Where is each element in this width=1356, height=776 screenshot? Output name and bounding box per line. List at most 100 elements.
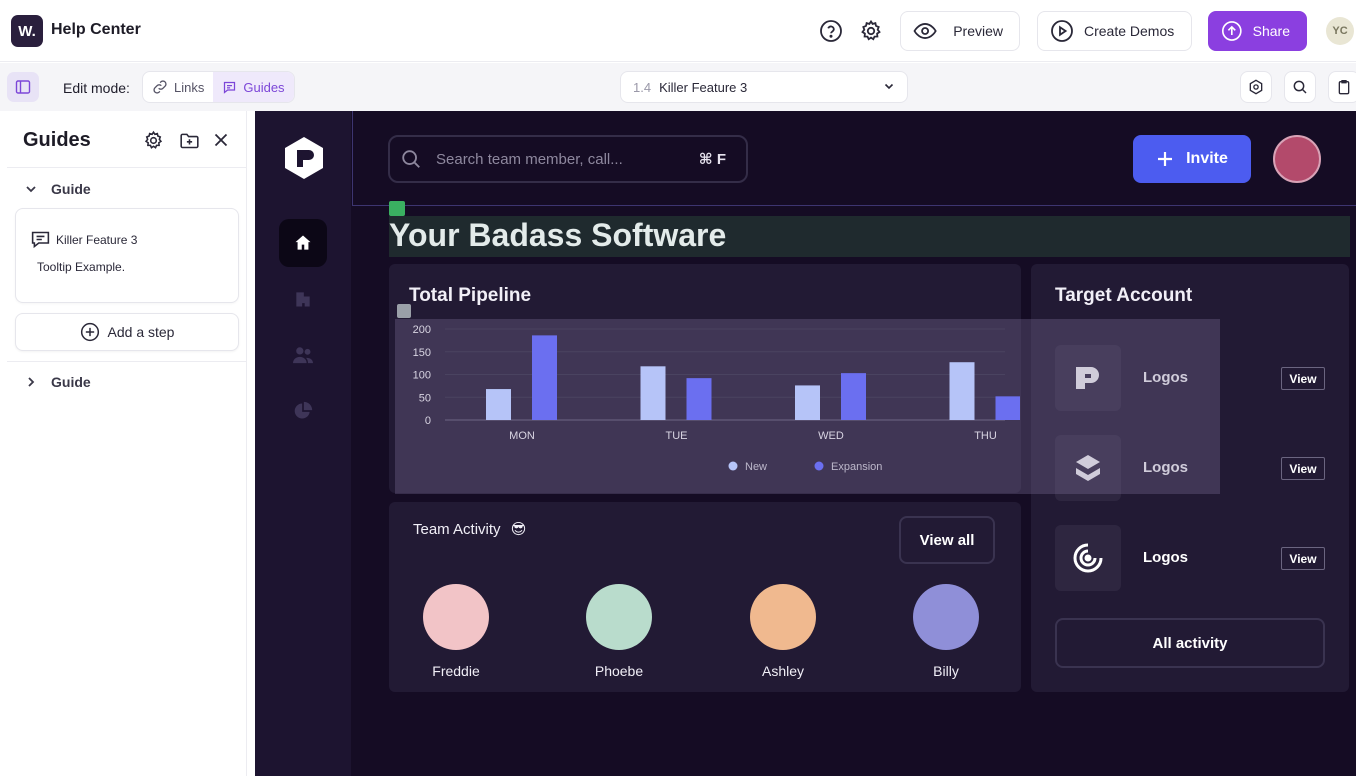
step-number: 1.4	[633, 79, 652, 95]
close-icon[interactable]	[209, 128, 233, 152]
user-avatar[interactable]: YC	[1326, 17, 1354, 45]
brand-logo-icon	[285, 137, 323, 179]
member-avatar	[750, 584, 816, 650]
y-tick-label: 0	[425, 415, 431, 427]
nav-companies[interactable]	[279, 275, 327, 323]
search-icon[interactable]	[1284, 71, 1316, 103]
mode-guides-tab[interactable]: Guides	[213, 72, 294, 102]
demo-app-canvas: Search team member, call... ⌘ F Invite Y…	[255, 111, 1356, 776]
chevron-down-icon	[883, 80, 895, 95]
team-member[interactable]: Billy	[901, 584, 991, 679]
upload-circle-icon	[1221, 21, 1242, 41]
app-title: Help Center	[51, 21, 141, 38]
preview-button[interactable]: Preview	[900, 11, 1020, 51]
member-avatar	[586, 584, 652, 650]
demo-header: Search team member, call... ⌘ F Invite	[352, 111, 1356, 206]
divider	[7, 167, 247, 168]
guide-settings-gear-icon[interactable]	[141, 128, 165, 152]
create-demos-button[interactable]: Create Demos	[1037, 11, 1192, 51]
sidebar-panel-icon	[15, 80, 31, 94]
help-icon[interactable]	[817, 17, 845, 45]
guides-title: Guides	[23, 129, 91, 151]
bar-expansion	[841, 373, 866, 420]
guide-group-header[interactable]: Guide	[25, 181, 91, 197]
member-name: Phoebe	[594, 663, 644, 679]
mode-guides-label: Guides	[243, 79, 285, 95]
settings-gear-icon[interactable]	[857, 17, 885, 45]
bar-new	[486, 389, 511, 420]
view-account-button[interactable]: View	[1281, 457, 1325, 480]
member-name: Ashley	[761, 663, 805, 679]
demo-sidebar	[255, 111, 351, 776]
bar-new	[640, 366, 666, 420]
team-member[interactable]: Freddie	[411, 584, 501, 679]
step-selector[interactable]: 1.4 Killer Feature 3	[620, 71, 908, 103]
x-tick-label: THU	[974, 430, 997, 442]
x-tick-label: WED	[818, 430, 844, 442]
panel-toggle-button[interactable]	[7, 72, 39, 102]
app-logo[interactable]: W.	[11, 15, 43, 47]
hotspot-marker[interactable]	[389, 201, 405, 216]
create-demos-label: Create Demos	[1084, 23, 1175, 39]
y-tick-label: 50	[419, 392, 431, 404]
account-row: Logos View	[1055, 525, 1325, 591]
plus-circle-icon	[80, 322, 99, 342]
mode-links-label: Links	[174, 79, 205, 95]
member-name: Billy	[933, 663, 959, 679]
plus-icon	[1158, 152, 1173, 166]
legend-swatch	[814, 461, 824, 471]
bar-new	[949, 362, 975, 420]
view-account-button[interactable]: View	[1281, 547, 1325, 570]
guide-step-card[interactable]: Killer Feature 3 Tooltip Example.	[15, 208, 239, 303]
page-title: Your Badass Software	[389, 217, 727, 253]
mode-links-tab[interactable]: Links	[143, 72, 213, 102]
pie-chart-icon	[294, 401, 313, 419]
view-account-button[interactable]: View	[1281, 367, 1325, 390]
invite-button[interactable]: Invite	[1133, 135, 1251, 183]
view-all-button[interactable]: View all	[899, 516, 995, 564]
bar-expansion	[995, 396, 1020, 420]
guide-group-label: Guide	[51, 181, 91, 197]
top-bar: W. Help Center Preview Create Demos Shar…	[0, 0, 1356, 62]
chevron-down-icon	[26, 186, 36, 193]
add-folder-icon[interactable]	[177, 128, 201, 152]
user-avatar[interactable]	[1273, 135, 1321, 183]
share-label: Share	[1252, 23, 1290, 39]
nav-contacts[interactable]	[279, 331, 327, 379]
bar-expansion	[532, 335, 557, 420]
y-tick-label: 200	[413, 324, 431, 336]
step-description: Tooltip Example.	[37, 260, 126, 274]
search-placeholder: Search team member, call...	[436, 150, 623, 168]
step-name: Killer Feature 3	[659, 79, 748, 95]
account-name: Logos	[1143, 549, 1188, 566]
edit-bar: Edit mode: Links Guides 1.4 Killer Featu…	[0, 63, 1356, 111]
target-account-title: Target Account	[1055, 285, 1193, 306]
nav-reports[interactable]	[279, 387, 327, 435]
bar-new	[795, 385, 820, 420]
users-icon	[293, 347, 313, 364]
legend-swatch	[728, 461, 738, 471]
guide-group-header[interactable]: Guide	[25, 374, 91, 390]
add-step-button[interactable]: Add a step	[15, 313, 239, 351]
guide-group-label: Guide	[51, 374, 91, 390]
hotspot-target-icon[interactable]	[1240, 71, 1272, 103]
share-button[interactable]: Share	[1208, 11, 1307, 51]
bar-expansion	[686, 378, 712, 420]
guides-panel: Guides Guide Killer Feature 3 Tooltip Ex…	[7, 111, 247, 776]
sunglasses-emoji: 😎	[510, 521, 527, 538]
clipboard-icon[interactable]	[1328, 71, 1356, 103]
team-member[interactable]: Ashley	[738, 584, 828, 679]
chat-square-icon	[224, 81, 236, 94]
nav-home[interactable]	[279, 219, 327, 267]
legend-label: Expansion	[831, 461, 882, 473]
all-activity-button[interactable]: All activity	[1055, 618, 1325, 668]
edit-mode-label: Edit mode:	[63, 80, 130, 96]
search-shortcut: ⌘ F	[698, 151, 726, 168]
invite-label: Invite	[1186, 150, 1228, 167]
team-search-input[interactable]: Search team member, call... ⌘ F	[388, 135, 748, 183]
team-member[interactable]: Phoebe	[574, 584, 664, 679]
divider	[7, 361, 247, 362]
member-name: Freddie	[432, 663, 480, 679]
preview-label: Preview	[953, 23, 1003, 39]
signal-logo-icon	[1055, 525, 1121, 591]
